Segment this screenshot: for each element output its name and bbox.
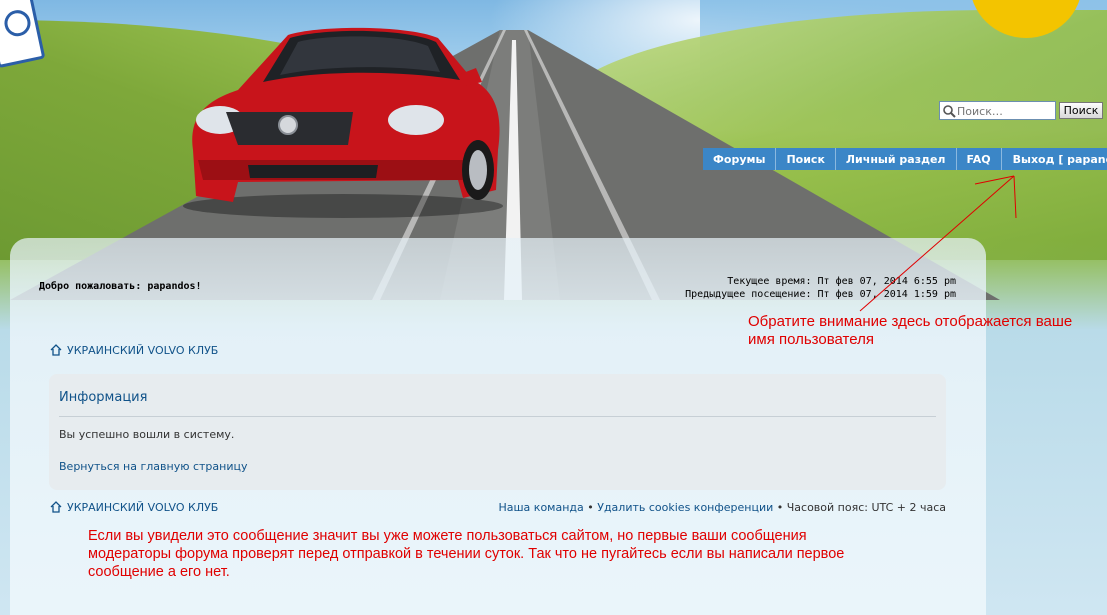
info-box: Информация Вы успешно вошли в систему. В… (49, 374, 946, 490)
search-button[interactable]: Поиск (1059, 102, 1103, 119)
nav-user-control-panel[interactable]: Личный раздел (835, 148, 957, 170)
login-success-message: Вы успешно вошли в систему. (59, 428, 235, 441)
home-icon (50, 344, 62, 356)
return-home-link[interactable]: Вернуться на главную страницу (59, 460, 248, 473)
welcome-message: Добро пожаловать: papandos! (39, 281, 202, 292)
red-car-image (183, 27, 503, 218)
nav-search[interactable]: Поиск (776, 148, 836, 170)
footer-breadcrumb[interactable]: УКРАИНСКИЙ VOLVO КЛУБ (49, 500, 218, 514)
breadcrumb-label[interactable]: УКРАИНСКИЙ VOLVO КЛУБ (67, 501, 218, 514)
footer-links: Наша команда • Удалить cookies конференц… (498, 501, 946, 514)
timezone-text: Часовой пояс: UTC + 2 часа (786, 501, 946, 514)
divider (59, 416, 936, 417)
current-time: Текущее время: Пт фев 07, 2014 6:55 pm (727, 276, 956, 287)
separator: • (583, 501, 598, 514)
moderation-annotation: Если вы увидели это сообщение значит вы … (88, 528, 845, 580)
search-input[interactable] (939, 101, 1056, 120)
breadcrumb-label[interactable]: УКРАИНСКИЙ VOLVO КЛУБ (67, 344, 218, 357)
time-info: Текущее время: Пт фев 07, 2014 6:55 pm П… (685, 275, 956, 301)
main-nav: Форумы Поиск Личный раздел FAQ Выход [ p… (703, 148, 1107, 170)
home-icon (50, 501, 62, 513)
search-icon (943, 105, 956, 118)
separator: • (773, 501, 787, 514)
nav-forums[interactable]: Форумы (703, 148, 777, 170)
team-link[interactable]: Наша команда (498, 501, 583, 514)
breadcrumb[interactable]: УКРАИНСКИЙ VOLVO КЛУБ (49, 343, 218, 357)
last-visit-time: Предыдущее посещение: Пт фев 07, 2014 1:… (685, 289, 956, 300)
nav-logout[interactable]: Выход [ papandos ] (1001, 148, 1107, 170)
delete-cookies-link[interactable]: Удалить cookies конференции (597, 501, 773, 514)
nav-faq[interactable]: FAQ (956, 148, 1002, 170)
username-annotation: Обратите внимание здесь отображается ваш… (748, 313, 1073, 348)
info-title: Информация (59, 390, 148, 405)
